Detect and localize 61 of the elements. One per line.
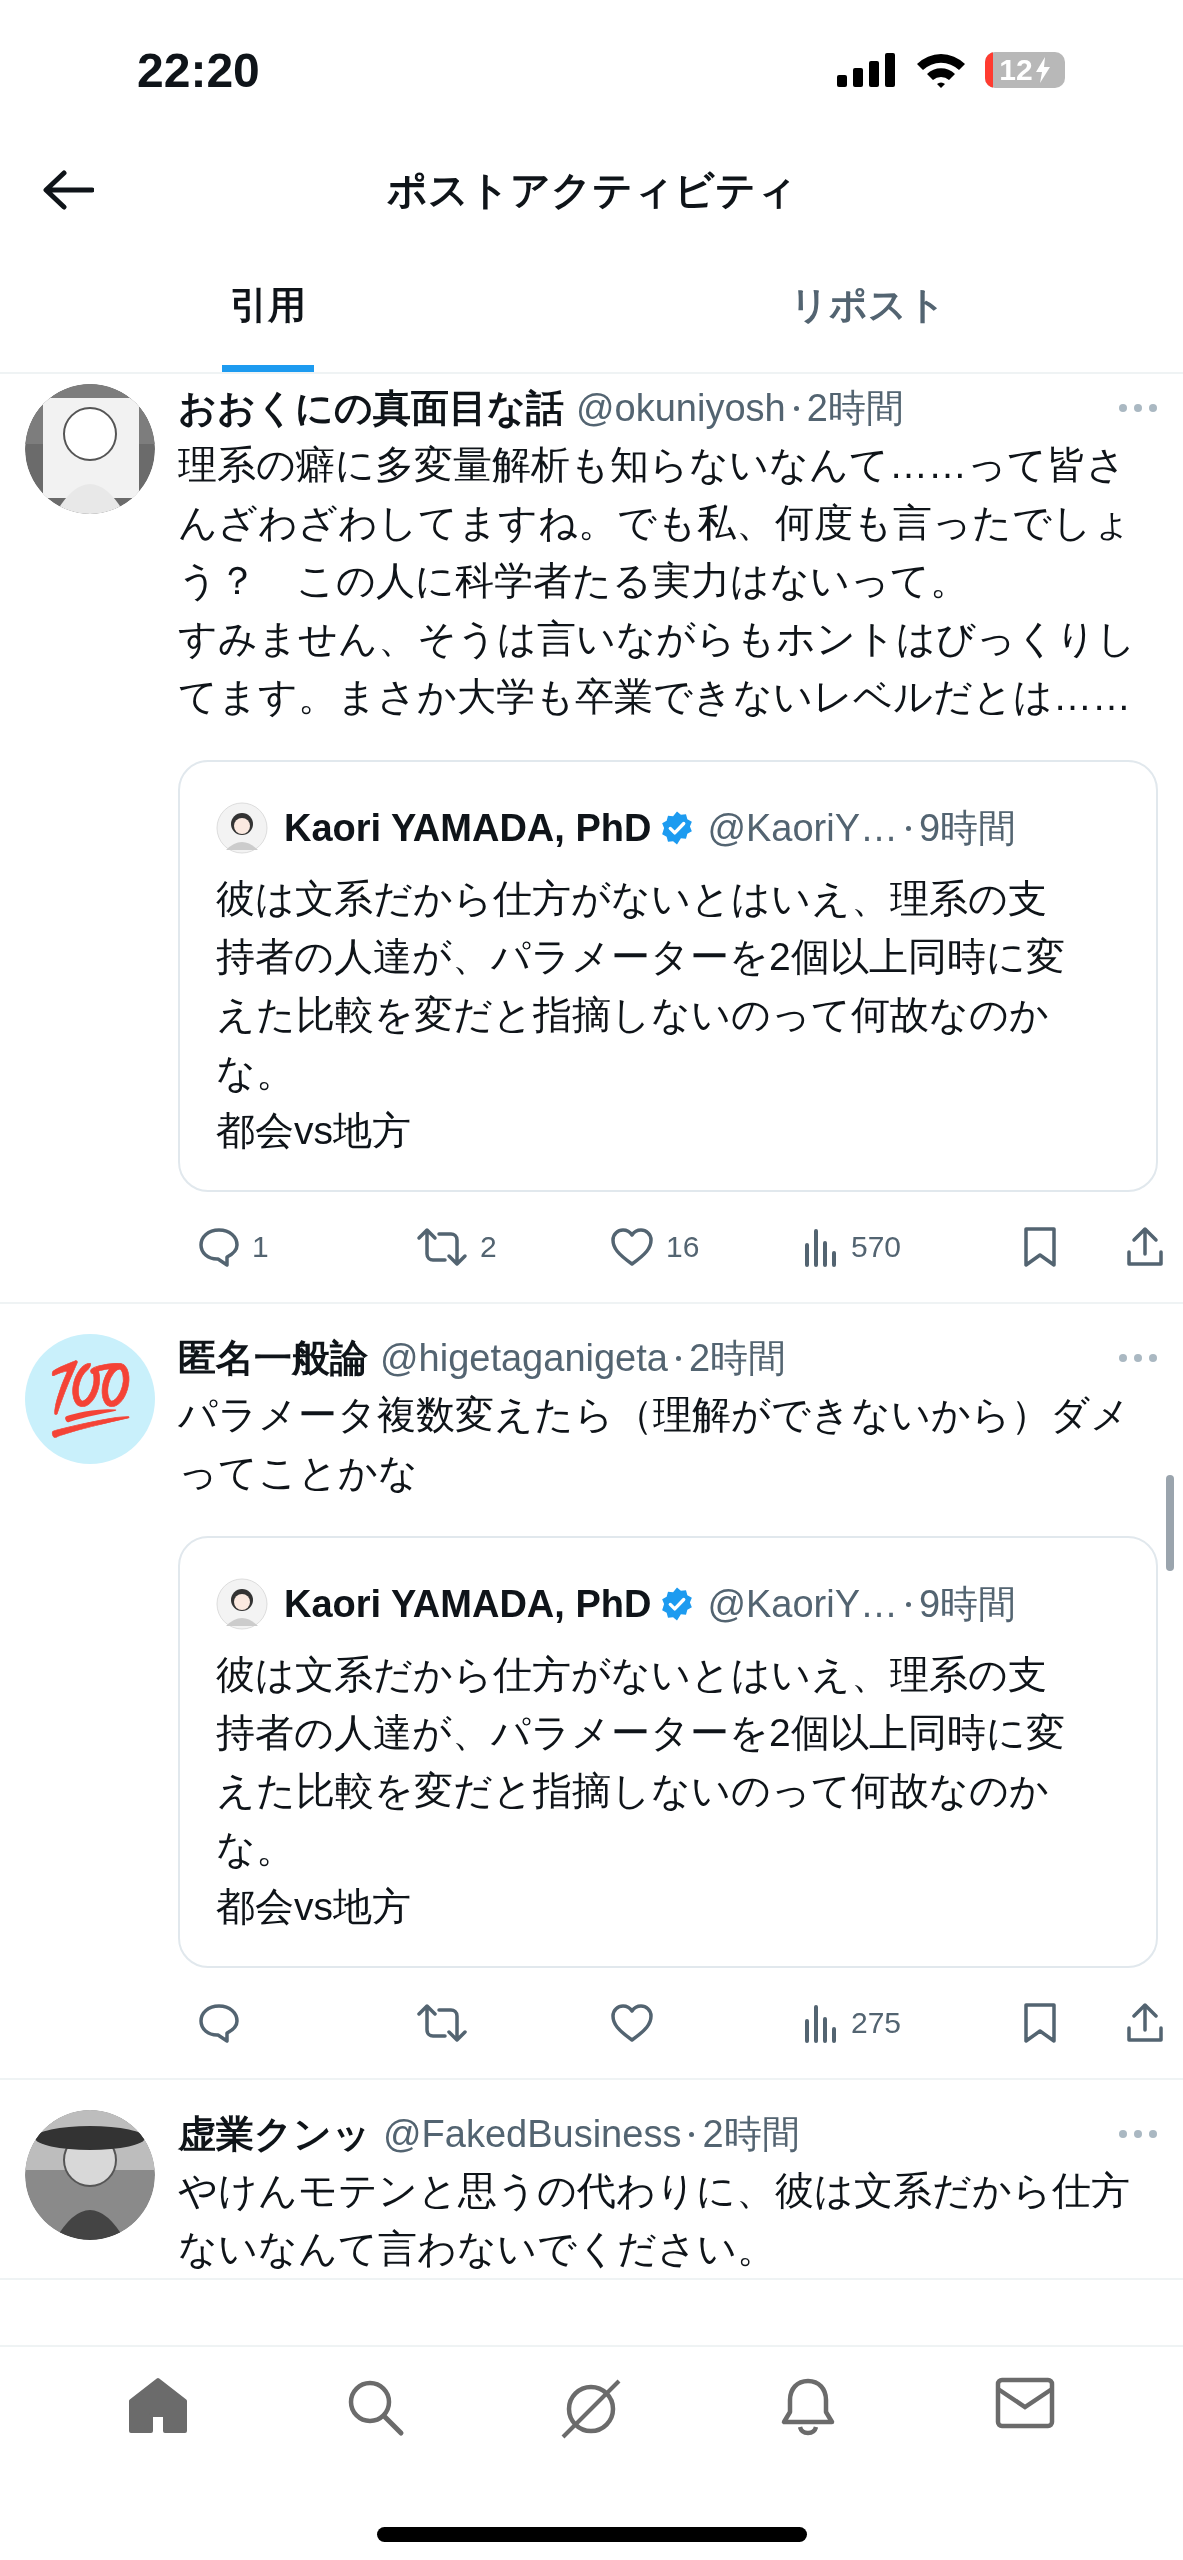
repost-icon[interactable] xyxy=(416,2003,468,2043)
user-handle: @KaoriY… xyxy=(707,1582,899,1626)
bookmark-icon[interactable] xyxy=(1023,1226,1057,1268)
share-icon[interactable] xyxy=(1125,1226,1165,1268)
separator-dot xyxy=(793,405,799,411)
quoted-post[interactable]: Kaori YAMADA, PhD @KaoriY… 9時間 彼は文系だから仕方がないとはいえ、理系の支持者の人達が、パラメーターを2個以上同時に変えた比較を変だと指摘しないのって何故なのかな。 都会vs地方 xyxy=(178,1536,1158,1968)
action-count: 275 xyxy=(851,2006,902,2040)
separator-dot xyxy=(675,1355,681,1361)
user-handle: @KaoriY… xyxy=(707,806,899,850)
action-count: 2 xyxy=(480,1230,497,1264)
user-name: Kaori YAMADA, PhD xyxy=(284,806,652,850)
battery-icon: 12 xyxy=(985,52,1065,88)
status-time: 22:20 xyxy=(137,42,260,98)
user-name[interactable]: おおくにの真面目な話 xyxy=(178,382,564,434)
home-icon[interactable] xyxy=(128,2377,189,2433)
repost-icon[interactable] xyxy=(416,1227,468,1267)
user-name[interactable]: 虚業クンッ xyxy=(178,2108,371,2160)
action-count: 1 xyxy=(252,1230,269,1264)
mail-icon[interactable] xyxy=(994,2377,1055,2429)
views-icon[interactable] xyxy=(803,2003,839,2043)
bell-icon[interactable] xyxy=(780,2377,837,2437)
user-handle[interactable]: @okuniyosh xyxy=(576,386,786,430)
bookmark-icon[interactable] xyxy=(1023,2002,1057,2044)
user-handle[interactable]: @higetaganigeta xyxy=(380,1336,668,1380)
reply-icon[interactable] xyxy=(198,1227,240,1267)
post-time: 9時間 xyxy=(919,1581,1017,1627)
views-icon[interactable] xyxy=(803,1227,839,1267)
separator-dot xyxy=(906,825,912,831)
post-text: すみません、そうは言いながらもホントはびっくりしてます。まさか大学も卒業できないレベルだとは…… xyxy=(178,616,1137,720)
reply-icon[interactable] xyxy=(198,2003,240,2043)
scrollbar[interactable] xyxy=(1166,1475,1174,1571)
post-text: やけんモテンと思うの代わりに、彼は文系だから仕方ないなんて言わないでください。 xyxy=(178,2168,1131,2272)
post-time: 9時間 xyxy=(919,805,1017,851)
post-time: 2時間 xyxy=(702,2111,800,2157)
wifi-icon xyxy=(915,51,967,89)
quoted-text: 彼は文系だから仕方がないとはいえ、理系の支持者の人達が、パラメーターを2個以上同時に変えた比較を変だと指摘しないのって何故なのかな。 xyxy=(216,876,1066,1096)
user-name[interactable]: 匿名一般論 xyxy=(178,1332,368,1384)
tab[interactable]: 引用 xyxy=(222,240,314,372)
avatar-icon xyxy=(216,1578,268,1630)
quoted-text: 都会vs地方 xyxy=(216,1884,412,1930)
quoted-post[interactable]: Kaori YAMADA, PhD @KaoriY… 9時間 彼は文系だから仕方がないとはいえ、理系の支持者の人達が、パラメーターを2個以上同時に変えた比較を変だと指摘しないのって何故なのかな。 都会vs地方 xyxy=(178,760,1158,1192)
separator-dot xyxy=(689,2131,695,2137)
heart-icon[interactable] xyxy=(610,2003,654,2043)
user-name: Kaori YAMADA, PhD xyxy=(284,1582,652,1626)
signal-icon xyxy=(837,53,897,87)
quoted-text: 都会vs地方 xyxy=(216,1108,412,1154)
user-handle[interactable]: @FakedBusiness xyxy=(383,2112,682,2156)
avatar-icon xyxy=(216,802,268,854)
heart-icon[interactable] xyxy=(610,1227,654,1267)
back-arrow-icon[interactable] xyxy=(42,170,94,210)
action-count: 16 xyxy=(666,1230,700,1264)
action-count: 570 xyxy=(851,1230,902,1264)
quoted-text: 彼は文系だから仕方がないとはいえ、理系の支持者の人達が、パラメーターを2個以上同時に変えた比較を変だと指摘しないのって何故なのかな。 xyxy=(216,1652,1066,1872)
post-time: 2時間 xyxy=(806,385,904,431)
separator-dot xyxy=(906,1601,912,1607)
post-text: パラメータ複数変えたら（理解ができないから）ダメってことかな xyxy=(178,1392,1131,1496)
post-time: 2時間 xyxy=(688,1335,787,1381)
post-text: 理系の癖に多変量解析も知らないなんて……って皆さんざわざわしてますね。でも私、何度も言ったでしょう？ この人に科学者たる実力はないって。 xyxy=(178,442,1133,604)
tab[interactable]: リポスト xyxy=(781,240,954,372)
page-title: ポストアクティビティ xyxy=(386,166,797,214)
share-icon[interactable] xyxy=(1125,2002,1165,2044)
